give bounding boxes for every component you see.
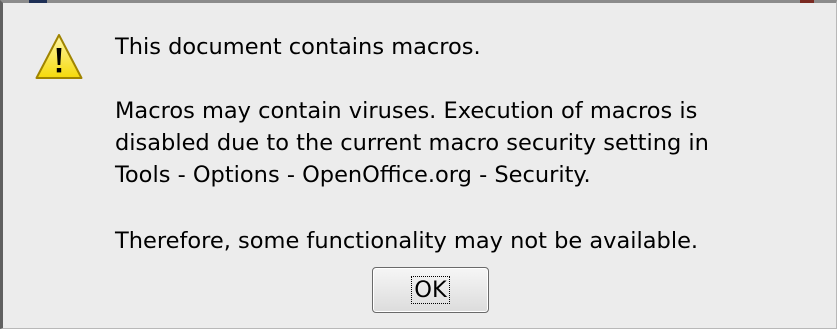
window-edge-left-mark — [29, 0, 47, 3]
dialog-body-line: disabled due to the current macro securi… — [115, 130, 709, 156]
dialog-title-text: This document contains macros. — [115, 34, 481, 60]
window-edge-right-mark — [800, 0, 814, 3]
macro-warning-dialog: This document contains macros. Macros ma… — [0, 0, 837, 329]
warning-icon — [35, 34, 83, 79]
dialog-body-line: Tools - Options - OpenOffice.org - Secur… — [115, 162, 591, 188]
dialog-body-text: Macros may contain viruses. Execution of… — [115, 95, 709, 191]
ok-button[interactable]: OK — [372, 267, 489, 313]
dialog-body-line: Macros may contain viruses. Execution of… — [115, 98, 698, 124]
dialog-note-text: Therefore, some functionality may not be… — [115, 228, 699, 254]
ok-button-label: OK — [411, 276, 450, 304]
